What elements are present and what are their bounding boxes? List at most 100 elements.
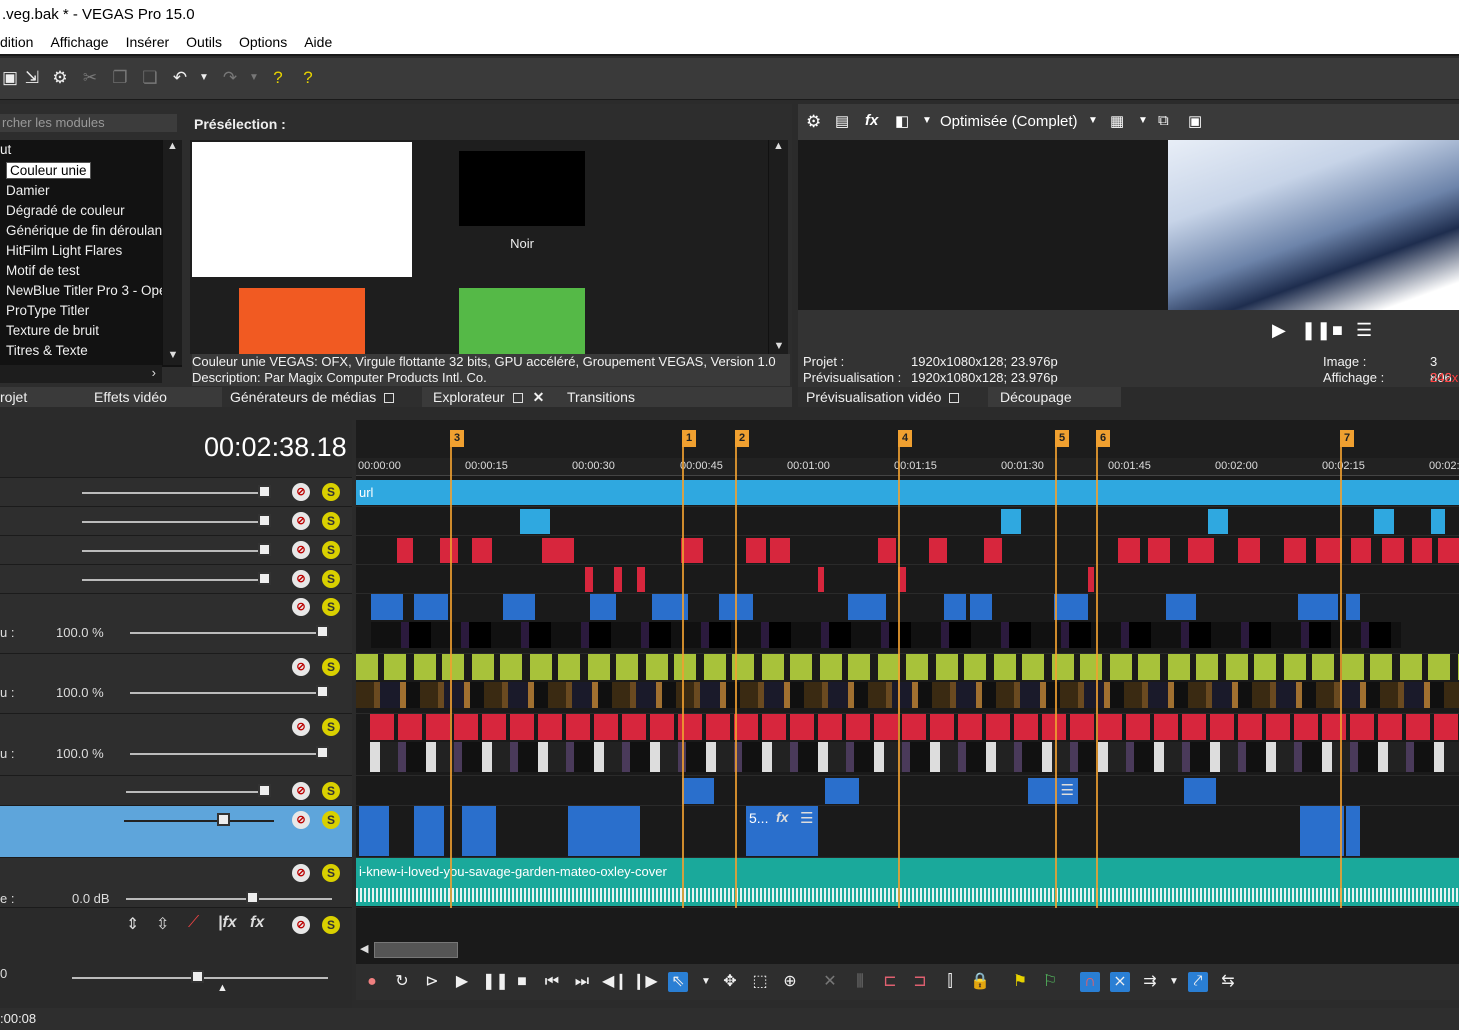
clip-strip[interactable] [356, 654, 1459, 680]
auto-ripple-icon[interactable]: ⇉ [1140, 972, 1160, 992]
clip[interactable] [1431, 509, 1445, 534]
mute-icon[interactable]: ⊘ [292, 512, 310, 530]
track-header[interactable]: ⊘ S u : 100.0 % [0, 654, 352, 714]
clip-strip[interactable] [370, 714, 1459, 740]
solo-icon[interactable]: S [322, 782, 340, 800]
clip[interactable] [1374, 509, 1394, 534]
menu-edition[interactable]: dition [0, 30, 42, 54]
track-lane[interactable] [356, 507, 1459, 536]
clip[interactable] [1088, 567, 1094, 592]
list-header[interactable]: ut [0, 140, 182, 161]
list-item[interactable]: NewBlue Titler Pro 3 - Ope [0, 281, 182, 301]
automation-icon[interactable]: ⟋ [188, 914, 199, 932]
list-item[interactable]: Titres & Texte [0, 341, 182, 361]
expand-tracks-icon[interactable]: ⇕ [126, 914, 139, 934]
preset-scrollbar[interactable]: ▲ ▼ [768, 140, 788, 354]
clip[interactable] [681, 538, 703, 563]
redo-dropdown-icon[interactable]: ▼ [244, 68, 264, 88]
list-scrollbar[interactable]: ▲ ▼ [162, 140, 182, 365]
list-item[interactable]: Générique de fin déroulan [0, 221, 182, 241]
level-slider-knob[interactable] [258, 572, 271, 585]
mute-icon[interactable]: ⊘ [292, 811, 310, 829]
clip[interactable] [770, 538, 790, 563]
stop-icon[interactable]: ■ [1332, 320, 1343, 341]
scroll-left-icon[interactable]: ◀ [360, 942, 368, 955]
marker-flag[interactable]: 4 [898, 430, 912, 447]
track-header[interactable]: ⊘ S [0, 776, 352, 806]
list-item[interactable]: ProType Titler [0, 301, 182, 321]
level-slider-knob[interactable] [258, 784, 271, 797]
envelope-tool-icon[interactable]: ✥ [720, 972, 740, 992]
trim-start-icon[interactable]: ⊏ [880, 972, 900, 992]
clip[interactable]: ☰ [1028, 778, 1078, 804]
clip[interactable] [1184, 778, 1216, 804]
mute-icon[interactable]: ⊘ [292, 570, 310, 588]
external-monitor-icon[interactable]: ▤ [835, 112, 849, 130]
track-lane[interactable] [356, 536, 1459, 565]
mute-icon[interactable]: ⊘ [292, 916, 310, 934]
clip[interactable] [1001, 509, 1021, 534]
undo-icon[interactable]: ↶ [170, 68, 190, 88]
clip[interactable] [878, 538, 896, 563]
stop-icon[interactable]: ■ [512, 972, 532, 992]
clip[interactable] [462, 806, 496, 856]
lock-envelopes-icon[interactable]: ⤤ [1188, 972, 1208, 992]
track-lane[interactable] [356, 654, 1459, 714]
clip-fx[interactable]: 5... fx ☰ [746, 806, 818, 856]
trim-icon[interactable]: ⫼ [850, 972, 870, 992]
menu-aide[interactable]: Aide [296, 30, 341, 54]
timeline-empty-area[interactable]: ◀ [356, 908, 1459, 964]
gear-icon[interactable]: ⚙ [50, 68, 70, 88]
track-header[interactable]: ⊘ S [0, 478, 352, 507]
help-icon[interactable]: ? [268, 68, 288, 88]
mute-icon[interactable]: ⊘ [292, 483, 310, 501]
whatsthis-icon[interactable]: ? [298, 68, 318, 88]
zoom-tool-icon[interactable]: ⊕ [780, 972, 800, 992]
clip[interactable] [359, 806, 389, 856]
tab-transitions[interactable]: Transitions [559, 387, 643, 407]
auto-crossfade-icon[interactable]: ⨯ [1110, 972, 1130, 992]
pause-icon[interactable]: ❚❚ [1301, 320, 1331, 341]
volume-slider-knob[interactable] [246, 891, 259, 904]
tab-preview[interactable]: Prévisualisation vidéo✕ [798, 387, 988, 425]
record-icon[interactable]: ● [362, 972, 382, 992]
paste-icon[interactable]: ❏ [140, 68, 160, 88]
preset-orange[interactable] [239, 288, 365, 354]
track-lane[interactable] [356, 594, 1459, 654]
clip[interactable] [414, 594, 448, 620]
split-icon[interactable]: ⫿ [940, 972, 960, 992]
solo-icon[interactable]: S [322, 512, 340, 530]
menu-icon[interactable]: ☰ [1356, 320, 1372, 341]
marker-flag[interactable]: 5 [1055, 430, 1069, 447]
track-lane[interactable]: url [356, 478, 1459, 507]
split-dropdown-icon[interactable]: ▼ [922, 115, 932, 126]
clip[interactable] [1346, 594, 1360, 620]
menu-options[interactable]: Options [231, 30, 296, 54]
solo-icon[interactable]: S [322, 916, 340, 934]
clip[interactable] [414, 806, 444, 856]
clip[interactable] [568, 806, 640, 856]
tab-effets-video[interactable]: Effets vidéo [86, 387, 175, 407]
clip[interactable] [397, 538, 413, 563]
split-screen-icon[interactable]: ◧ [895, 112, 909, 130]
track-lane-selected[interactable]: 5... fx ☰ [356, 806, 1459, 858]
opacity-slider-knob[interactable] [316, 685, 329, 698]
marker-flag[interactable]: 7 [1340, 430, 1354, 447]
solo-icon[interactable]: S [322, 658, 340, 676]
opacity-slider-knob[interactable] [316, 625, 329, 638]
clip[interactable] [1346, 806, 1360, 856]
menu-outils[interactable]: Outils [178, 30, 231, 54]
level-slider-knob[interactable] [258, 514, 271, 527]
menu-affichage[interactable]: Affichage [42, 30, 117, 54]
mute-icon[interactable]: ⊘ [292, 658, 310, 676]
clip[interactable] [1238, 538, 1260, 563]
scroll-up-icon[interactable]: ▲ [769, 140, 788, 152]
clip[interactable] [818, 567, 824, 592]
overlays-dropdown-icon[interactable]: ▼ [1138, 115, 1148, 126]
rate-slider-knob[interactable] [191, 970, 204, 983]
clip[interactable] [637, 567, 645, 592]
solo-icon[interactable]: S [322, 483, 340, 501]
clip[interactable] [1298, 594, 1338, 620]
tab-explorateur[interactable]: Explorateur ✕ [425, 387, 555, 407]
list-item[interactable]: Couleur unie [0, 161, 182, 181]
